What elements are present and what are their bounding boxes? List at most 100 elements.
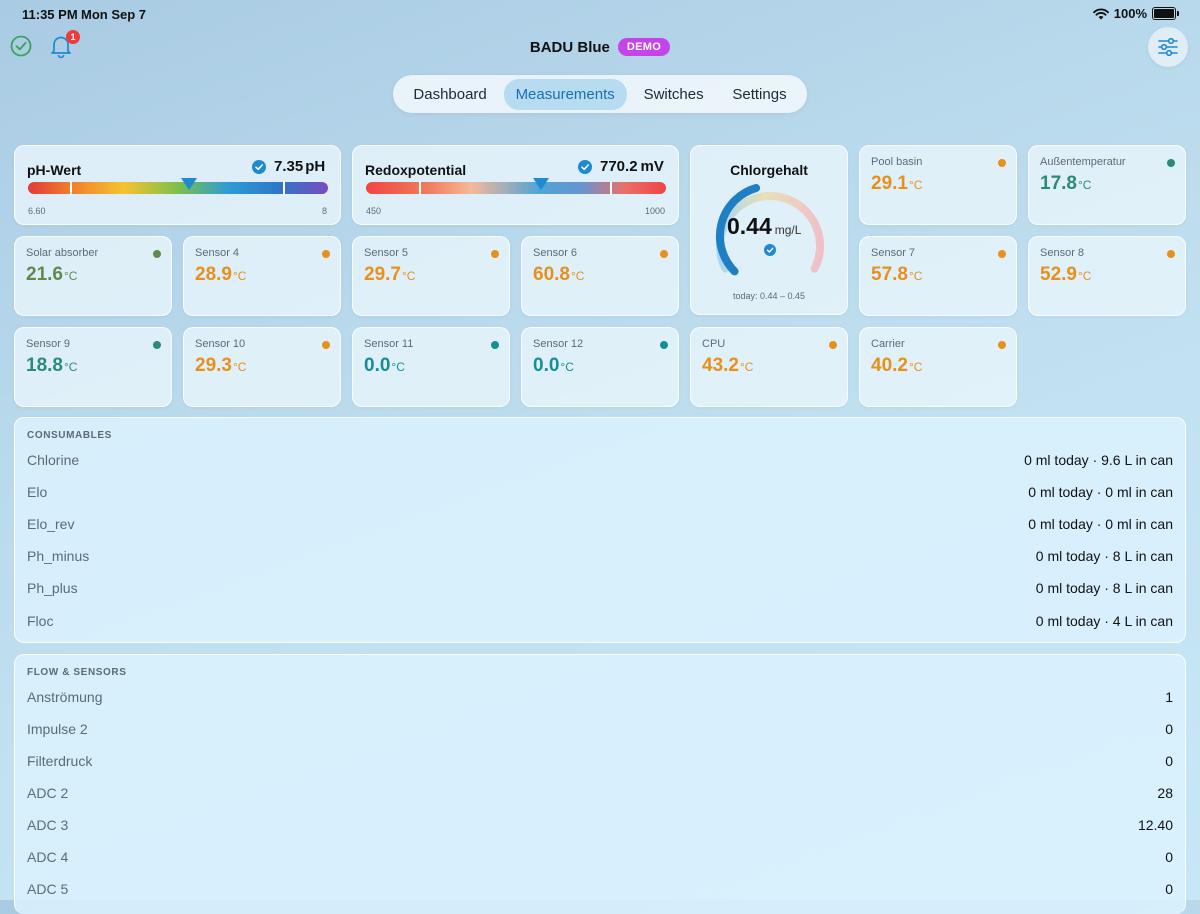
section-title: FLOW & SENSORS (27, 667, 127, 678)
status-dot (153, 250, 161, 258)
ph-card[interactable]: pH-Wert 7.35 pH 6.60 8 (14, 145, 341, 225)
sensor-card-sensor-5[interactable]: Sensor 5 29.7°C (352, 236, 510, 316)
redox-card[interactable]: Redoxpotential 770.2 mV 450 1000 (352, 145, 679, 225)
check-badge-icon (252, 160, 266, 174)
sensor-label: Sensor 12 (533, 338, 584, 350)
app-title-text: BADU Blue (529, 38, 610, 56)
sensor-label: Sensor 9 (26, 338, 71, 350)
tab-dashboard[interactable]: Dashboard (401, 79, 498, 110)
tab-measurements[interactable]: Measurements (503, 78, 627, 110)
list-item: Elo_rev 0 ml today · 0 ml in can (27, 516, 1173, 532)
chlorine-value-group: 0.44 mg/L (727, 213, 801, 240)
sensor-card-sensor-4[interactable]: Sensor 4 28.9°C (183, 236, 341, 316)
sensor-label: Sensor 10 (195, 338, 246, 350)
ph-max-label: 8 (321, 206, 327, 216)
ph-range-tick-high (283, 181, 285, 195)
list-item: Filterdruck 0 (27, 753, 1173, 769)
sensor-label: CPU (702, 338, 726, 350)
sensor-label: Sensor 8 (1040, 247, 1085, 259)
check-badge-icon (578, 160, 592, 174)
sensor-value: 0.0°C (364, 355, 405, 376)
wifi-icon (1092, 8, 1109, 19)
filter-button[interactable] (1148, 27, 1188, 67)
consumables-section: CONSUMABLES Chlorine 0 ml today · 9.6 L i… (14, 417, 1186, 643)
sensor-card-solar-absorber[interactable]: Solar absorber 21.6°C (14, 236, 172, 316)
sensor-card-sensor-8[interactable]: Sensor 8 52.9°C (1028, 236, 1186, 316)
battery-icon (1152, 7, 1179, 20)
redox-unit: mV (640, 158, 664, 175)
sensor-card-pool-basin[interactable]: Pool basin 29.1°C (859, 145, 1017, 225)
status-dot (322, 250, 330, 258)
tab-settings[interactable]: Settings (720, 79, 798, 110)
ph-value-group: 7.35 pH (274, 158, 325, 175)
sensor-label: Solar absorber (26, 247, 99, 259)
demo-badge: DEMO (617, 38, 671, 56)
sensor-card-sensor-12[interactable]: Sensor 12 0.0°C (521, 327, 679, 407)
sensor-card-sensor-11[interactable]: Sensor 11 0.0°C (352, 327, 510, 407)
chlorine-card[interactable]: Chlorgehalt 0.44 mg/L today: 0.44 – 0.45 (690, 145, 848, 315)
status-bar: 11:35 PM Mon Sep 7 100% (0, 0, 1200, 28)
sensor-value: 18.8°C (26, 355, 78, 376)
redox-max-label: 1000 (644, 206, 665, 216)
sensor-card-sensor-10[interactable]: Sensor 10 29.3°C (183, 327, 341, 407)
status-dot (491, 341, 499, 349)
ph-scale-bar (28, 178, 328, 195)
sensor-card-cpu[interactable]: CPU 43.2°C (690, 327, 848, 407)
redox-value: 770.2 (600, 158, 638, 175)
redox-scale-bar (366, 178, 666, 195)
sensor-label: Sensor 5 (364, 247, 409, 259)
sensor-card-carrier[interactable]: Carrier 40.2°C (859, 327, 1017, 407)
battery-percent: 100% (1113, 6, 1147, 21)
app-title: BADU Blue DEMO (0, 38, 1200, 56)
sensor-value: 29.7°C (364, 264, 416, 285)
sensor-value: 28.9°C (195, 264, 247, 285)
list-item: Anströmung 1 (27, 689, 1173, 705)
status-dot (998, 250, 1006, 258)
ph-unit: pH (305, 158, 326, 175)
chlorine-unit: mg/L (774, 223, 802, 237)
list-item: ADC 50 (27, 881, 1173, 897)
list-item: Floc 0 ml today · 4 L in can (27, 613, 1173, 629)
sensor-label: Sensor 4 (195, 247, 240, 259)
sensor-card-sensor-9[interactable]: Sensor 9 18.8°C (14, 327, 172, 407)
tab-switches[interactable]: Switches (632, 79, 716, 110)
redox-range-tick-high (610, 181, 612, 195)
list-item: ADC 2 28 (27, 785, 1173, 801)
sensor-label: Pool basin (871, 156, 923, 168)
sensor-card-sensor-6[interactable]: Sensor 6 60.8°C (521, 236, 679, 316)
sensor-value: 43.2°C (702, 355, 754, 376)
status-right: 100% (1092, 6, 1179, 21)
chlorine-range-text: today: 0.44 – 0.45 (732, 291, 806, 301)
ph-value: 7.35 (274, 158, 304, 175)
sensor-value: 17.8°C (1040, 173, 1092, 194)
list-item: Chlorine 0 ml today · 9.6 L in can (27, 452, 1173, 468)
section-title: CONSUMABLES (27, 430, 112, 441)
sensor-label: Außentemperatur (1040, 156, 1126, 168)
sliders-icon (1158, 38, 1178, 56)
sensor-value: 40.2°C (871, 355, 923, 376)
redox-range-tick-low (419, 181, 421, 195)
ph-range-tick-low (70, 181, 72, 195)
sensor-value: 60.8°C (533, 264, 585, 285)
list-item: ADC 3 12.40 (27, 817, 1173, 833)
sensor-card-sensor-7[interactable]: Sensor 7 57.8°C (859, 236, 1017, 316)
redox-value-group: 770.2 mV (600, 158, 664, 175)
status-dot (829, 341, 837, 349)
tab-bar: Dashboard Measurements Switches Settings (393, 75, 807, 113)
status-dot (1167, 159, 1175, 167)
status-dot (998, 159, 1006, 167)
sensor-value: 0.0°C (533, 355, 574, 376)
status-dot (660, 341, 668, 349)
list-item: Impulse 20 (27, 721, 1173, 737)
list-item: Elo 0 ml today · 0 ml in can (27, 484, 1173, 500)
status-dot (491, 250, 499, 258)
sensor-card-aussentemperatur[interactable]: Außentemperatur 17.8°C (1028, 145, 1186, 225)
ph-title: pH-Wert (27, 162, 82, 178)
ph-marker (180, 178, 197, 190)
status-dot (998, 341, 1006, 349)
list-item: Ph_minus 0 ml today · 8 L in can (27, 548, 1173, 564)
sensor-value: 57.8°C (871, 264, 923, 285)
sensor-label: Sensor 11 (364, 338, 414, 350)
sensor-value: 52.9°C (1040, 264, 1092, 285)
list-item: ADC 40 (27, 849, 1173, 865)
